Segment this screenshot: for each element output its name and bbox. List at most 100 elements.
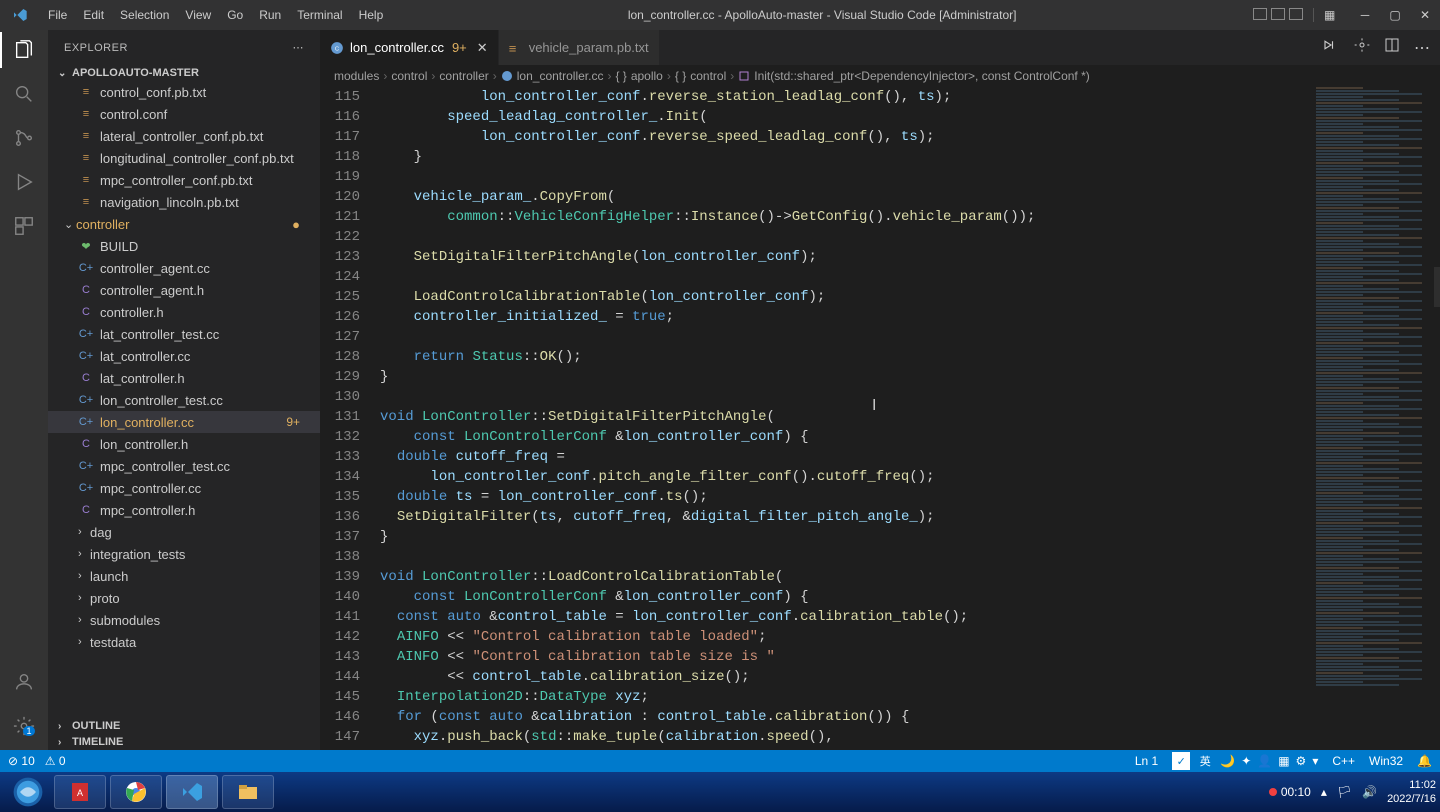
- tab-close-icon[interactable]: ✕: [477, 40, 488, 56]
- window-close-icon[interactable]: ✕: [1410, 8, 1440, 22]
- menu-file[interactable]: File: [40, 8, 75, 22]
- tab-vehicle-param[interactable]: ≡ vehicle_param.pb.txt: [499, 30, 660, 65]
- ime-down-icon[interactable]: ▾: [1312, 754, 1318, 768]
- outline-section[interactable]: › OUTLINE: [48, 718, 320, 734]
- start-button[interactable]: [4, 774, 52, 810]
- tree-folder[interactable]: ›proto: [48, 587, 320, 609]
- breadcrumb-item[interactable]: { } control: [675, 69, 726, 83]
- code-line[interactable]: 146 for (const auto &calibration : contr…: [320, 707, 1310, 727]
- tree-file[interactable]: Ccontroller_agent.h: [48, 279, 320, 301]
- tree-folder[interactable]: ›integration_tests: [48, 543, 320, 565]
- code-line[interactable]: 132 const LonControllerConf &lon_control…: [320, 427, 1310, 447]
- breadcrumb-item[interactable]: lon_controller.cc: [501, 69, 604, 83]
- menu-view[interactable]: View: [177, 8, 219, 22]
- code-line[interactable]: 119: [320, 167, 1310, 187]
- tree-file[interactable]: C+lat_controller.cc: [48, 345, 320, 367]
- ime-checkbox-icon[interactable]: ✓: [1172, 752, 1190, 770]
- code-line[interactable]: 116 speed_leadlag_controller_.Init(: [320, 107, 1310, 127]
- tree-file[interactable]: C+mpc_controller_test.cc: [48, 455, 320, 477]
- code-line[interactable]: 142 AINFO << "Control calibration table …: [320, 627, 1310, 647]
- code-line[interactable]: 145 Interpolation2D::DataType xyz;: [320, 687, 1310, 707]
- code-line[interactable]: 147 xyz.push_back(std::make_tuple(calibr…: [320, 727, 1310, 747]
- code-line[interactable]: 138: [320, 547, 1310, 567]
- run-debug-icon[interactable]: [12, 170, 36, 194]
- menu-edit[interactable]: Edit: [75, 8, 112, 22]
- tree-file[interactable]: ≡control.conf: [48, 103, 320, 125]
- ime-moon-icon[interactable]: 🌙: [1220, 754, 1235, 768]
- layout-customize-icon[interactable]: ▦: [1324, 8, 1338, 20]
- tab-lon-controller[interactable]: C lon_controller.cc 9+ ✕: [320, 30, 499, 65]
- tree-file[interactable]: ≡control_conf.pb.txt: [48, 81, 320, 103]
- status-line-col[interactable]: Ln 1: [1135, 754, 1158, 768]
- settings-icon[interactable]: 1: [12, 714, 36, 738]
- breadcrumb-item[interactable]: { } apollo: [615, 69, 662, 83]
- tree-file[interactable]: ≡mpc_controller_conf.pb.txt: [48, 169, 320, 191]
- taskbar-clock[interactable]: 11:02 2022/7/16: [1387, 778, 1436, 806]
- ime-sparkle-icon[interactable]: ✦: [1241, 754, 1251, 768]
- window-maximize-icon[interactable]: ▢: [1380, 8, 1410, 22]
- layout-panel-bottom-icon[interactable]: [1271, 8, 1285, 20]
- code-line[interactable]: 135 double ts = lon_controller_conf.ts()…: [320, 487, 1310, 507]
- code-line[interactable]: 134 lon_controller_conf.pitch_angle_filt…: [320, 467, 1310, 487]
- source-control-icon[interactable]: [12, 126, 36, 150]
- more-actions-icon[interactable]: ⋯: [1414, 38, 1430, 58]
- tree-file[interactable]: C+lon_controller.cc9+: [48, 411, 320, 433]
- tray-flag-icon[interactable]: 🏳: [1337, 785, 1352, 799]
- code-line[interactable]: 125 LoadControlCalibrationTable(lon_cont…: [320, 287, 1310, 307]
- tree-file[interactable]: C+mpc_controller.cc: [48, 477, 320, 499]
- menu-help[interactable]: Help: [351, 8, 392, 22]
- timeline-section[interactable]: › TIMELINE: [48, 734, 320, 750]
- code-line[interactable]: 137}: [320, 527, 1310, 547]
- code-line[interactable]: 121 common::VehicleConfigHelper::Instanc…: [320, 207, 1310, 227]
- accounts-icon[interactable]: [12, 670, 36, 694]
- tree-file[interactable]: Clon_controller.h: [48, 433, 320, 455]
- scrollbar-thumb[interactable]: [1434, 267, 1440, 307]
- tree-file[interactable]: ≡lateral_controller_conf.pb.txt: [48, 125, 320, 147]
- code-line[interactable]: 139void LonController::LoadControlCalibr…: [320, 567, 1310, 587]
- taskbar-vscode-icon[interactable]: [166, 775, 218, 809]
- tray-chevron-icon[interactable]: ▴: [1321, 785, 1327, 799]
- code-line[interactable]: 140 const LonControllerConf &lon_control…: [320, 587, 1310, 607]
- more-actions-icon[interactable]: ⋯: [293, 41, 305, 54]
- status-platform[interactable]: Win32: [1369, 754, 1403, 768]
- menu-run[interactable]: Run: [251, 8, 289, 22]
- code-line[interactable]: 115 lon_controller_conf.reverse_station_…: [320, 87, 1310, 107]
- tree-file[interactable]: ❤BUILD: [48, 235, 320, 257]
- status-errors[interactable]: ⊘ 10: [8, 754, 35, 768]
- extensions-icon[interactable]: [12, 214, 36, 238]
- ime-person-icon[interactable]: 👤: [1257, 754, 1272, 768]
- settings-gear-icon[interactable]: [1354, 37, 1370, 58]
- code-line[interactable]: 127: [320, 327, 1310, 347]
- run-cell-icon[interactable]: [1322, 38, 1340, 57]
- menu-selection[interactable]: Selection: [112, 8, 177, 22]
- workspace-section[interactable]: ⌄ APOLLOAUTO-MASTER: [48, 65, 320, 81]
- tree-file[interactable]: ≡longitudinal_controller_conf.pb.txt: [48, 147, 320, 169]
- code-line[interactable]: 133 double cutoff_freq =: [320, 447, 1310, 467]
- code-line[interactable]: 123 SetDigitalFilterPitchAngle(lon_contr…: [320, 247, 1310, 267]
- code-line[interactable]: 124: [320, 267, 1310, 287]
- code-line[interactable]: 120 vehicle_param_.CopyFrom(: [320, 187, 1310, 207]
- tree-file[interactable]: C+lat_controller_test.cc: [48, 323, 320, 345]
- split-editor-icon[interactable]: [1384, 37, 1400, 58]
- code-line[interactable]: 131void LonController::SetDigitalFilterP…: [320, 407, 1310, 427]
- tree-folder[interactable]: ⌄controller●: [48, 213, 320, 235]
- tree-file[interactable]: Clat_controller.h: [48, 367, 320, 389]
- status-notifications-icon[interactable]: 🔔: [1417, 754, 1432, 768]
- tree-file[interactable]: C+controller_agent.cc: [48, 257, 320, 279]
- code-line[interactable]: 141 const auto &control_table = lon_cont…: [320, 607, 1310, 627]
- code-line[interactable]: 126 controller_initialized_ = true;: [320, 307, 1310, 327]
- tree-folder[interactable]: ›testdata: [48, 631, 320, 653]
- taskbar-pdf-icon[interactable]: A: [54, 775, 106, 809]
- code-line[interactable]: 117 lon_controller_conf.reverse_speed_le…: [320, 127, 1310, 147]
- tree-folder[interactable]: ›launch: [48, 565, 320, 587]
- status-warnings[interactable]: ⚠ 0: [45, 754, 66, 768]
- code-line[interactable]: 128 return Status::OK();: [320, 347, 1310, 367]
- breadcrumb-item[interactable]: control: [391, 69, 427, 83]
- status-language[interactable]: C++: [1332, 754, 1355, 768]
- taskbar-explorer-icon[interactable]: [222, 775, 274, 809]
- tree-folder[interactable]: ›dag: [48, 521, 320, 543]
- tray-recording-icon[interactable]: 00:10: [1269, 785, 1311, 799]
- tree-file[interactable]: Cmpc_controller.h: [48, 499, 320, 521]
- ime-grid-icon[interactable]: ▦: [1278, 754, 1289, 768]
- code-line[interactable]: 136 SetDigitalFilter(ts, cutoff_freq, &d…: [320, 507, 1310, 527]
